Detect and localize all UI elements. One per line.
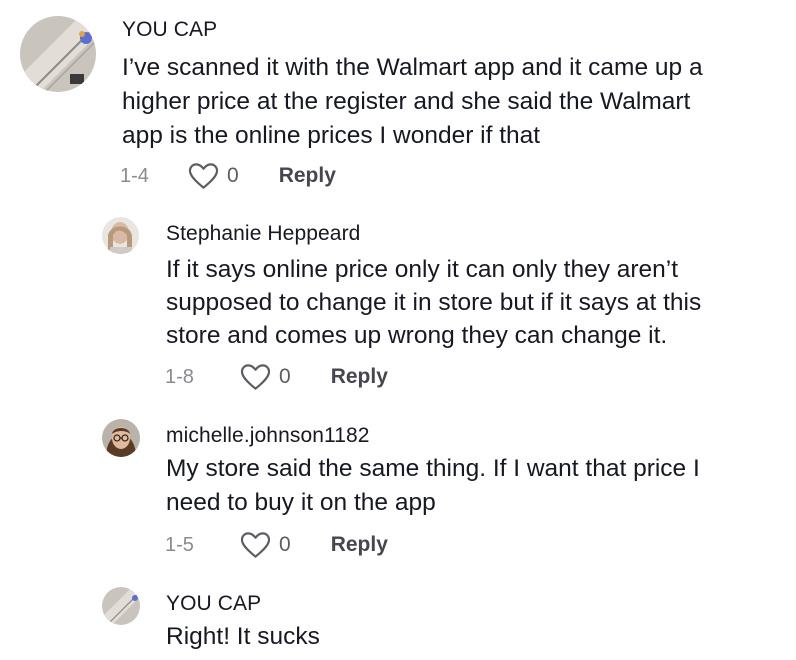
comment-username[interactable]: YOU CAP — [122, 18, 217, 42]
comment-text-line: need to buy it on the app — [166, 489, 436, 516]
like-count: 0 — [227, 164, 239, 187]
heart-outline-icon — [188, 163, 219, 189]
like-count: 0 — [279, 533, 291, 556]
like-count: 0 — [279, 365, 291, 388]
comment-username[interactable]: YOU CAP — [166, 592, 261, 616]
like-button[interactable]: 0 — [240, 363, 291, 391]
avatar-image — [20, 16, 96, 92]
comment-meta: 1-8 0 Reply — [165, 362, 388, 392]
comment-username[interactable]: michelle.johnson1182 — [166, 424, 370, 448]
reply-button[interactable]: Reply — [279, 164, 336, 188]
comment-text-line: My store said the same thing. If I want … — [166, 455, 700, 482]
comment-meta: 1-4 0 Reply — [120, 161, 336, 191]
avatar[interactable] — [20, 16, 96, 92]
comment-text-line: Right! It sucks — [166, 623, 320, 650]
like-button[interactable]: 0 — [240, 531, 291, 559]
reply-button[interactable]: Reply — [331, 533, 388, 557]
reply-comment: YOU CAP Right! It sucks — [0, 580, 796, 660]
comment-meta: 1-5 0 Reply — [165, 530, 388, 560]
like-button[interactable]: 0 — [188, 162, 239, 190]
comment-text-line: app is the online prices I wonder if tha… — [122, 122, 541, 149]
comment-text-line: higher price at the register and she sai… — [122, 88, 691, 115]
comment-text-line: If it says online price only it can only… — [166, 256, 679, 283]
comment-date: 1-5 — [165, 533, 194, 556]
heart-outline-icon — [240, 532, 271, 558]
comment-date: 1-4 — [120, 164, 149, 187]
avatar-image — [102, 217, 139, 254]
comment-text-line: supposed to change it in store but if it… — [166, 289, 702, 316]
comment-text-line: store and comes up wrong they can change… — [166, 322, 668, 349]
reply-comment: Stephanie Heppeard If it says online pri… — [0, 200, 796, 400]
comment: YOU CAP I’ve scanned it with the Walmart… — [0, 0, 796, 200]
avatar[interactable] — [102, 587, 140, 625]
reply-button[interactable]: Reply — [331, 365, 388, 389]
reply-comment: michelle.johnson1182 My store said the s… — [0, 400, 796, 580]
avatar-image — [102, 419, 140, 457]
avatar[interactable] — [102, 217, 139, 254]
avatar[interactable] — [102, 419, 140, 457]
avatar-image — [102, 587, 140, 625]
comment-username[interactable]: Stephanie Heppeard — [166, 222, 360, 246]
comment-date: 1-8 — [165, 365, 194, 388]
heart-outline-icon — [240, 364, 271, 390]
comment-text-line: I’ve scanned it with the Walmart app and… — [122, 54, 703, 81]
